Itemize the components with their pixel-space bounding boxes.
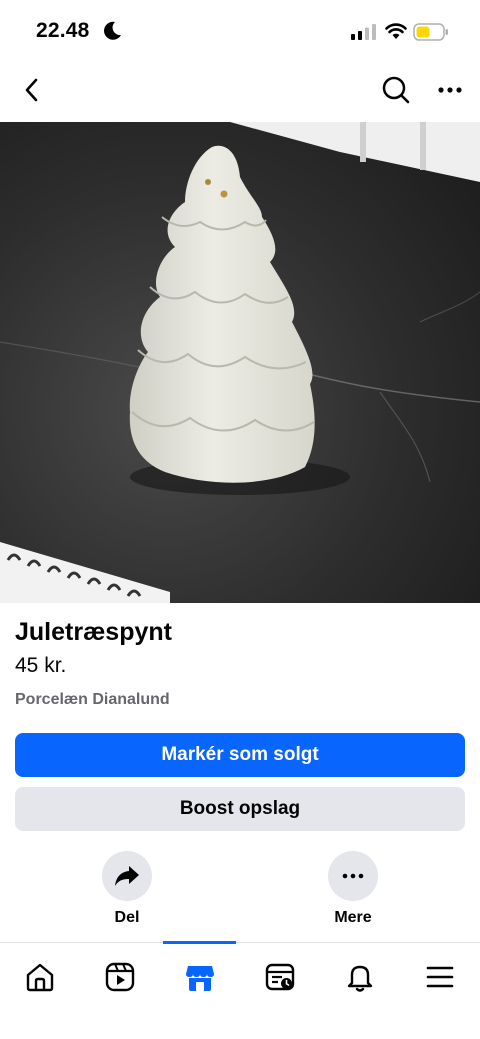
- top-nav-bar: [0, 62, 480, 122]
- christmas-tree-ornament-image: [0, 122, 480, 603]
- battery-icon: [413, 23, 448, 41]
- wifi-icon: [385, 23, 407, 39]
- search-icon: [382, 76, 410, 104]
- chevron-left-icon: [25, 78, 38, 102]
- more-options-button[interactable]: [432, 72, 468, 108]
- back-button[interactable]: [14, 72, 50, 108]
- more-horizontal-icon: [342, 873, 364, 879]
- status-bar: 22.48: [0, 0, 480, 62]
- share-action[interactable]: Del: [82, 851, 172, 927]
- moon-icon: [104, 21, 121, 40]
- feeds-icon: [265, 963, 295, 991]
- listing-photo[interactable]: [0, 122, 480, 603]
- tab-menu[interactable]: [416, 957, 464, 997]
- tab-marketplace[interactable]: [176, 957, 224, 997]
- tab-feeds[interactable]: [256, 957, 304, 997]
- more-label: Mere: [334, 909, 372, 926]
- hamburger-menu-icon: [426, 966, 454, 988]
- boost-listing-button[interactable]: Boost opslag: [15, 787, 465, 831]
- tab-home[interactable]: [16, 957, 64, 997]
- tab-video[interactable]: [96, 957, 144, 997]
- home-icon: [26, 963, 54, 992]
- share-arrow-icon: [115, 866, 139, 886]
- signal-icon: [351, 24, 376, 40]
- mark-as-sold-button[interactable]: Markér som solgt: [15, 733, 465, 777]
- tab-notifications[interactable]: [336, 957, 384, 997]
- search-button[interactable]: [378, 72, 414, 108]
- more-horizontal-icon: [438, 87, 462, 93]
- more-action[interactable]: Mere: [308, 851, 398, 927]
- listing-title: Juletræspynt: [15, 618, 172, 646]
- listing-price: 45 kr.: [15, 654, 67, 677]
- listing-location: Porcelæn Dianalund: [15, 691, 170, 708]
- active-tab-indicator: [163, 941, 236, 944]
- share-button[interactable]: [102, 851, 152, 901]
- video-icon: [105, 962, 135, 992]
- marketplace-icon: [186, 966, 214, 991]
- bell-icon: [347, 965, 373, 992]
- status-time: 22.48: [36, 19, 90, 42]
- bottom-tab-bar: [0, 941, 480, 1039]
- share-label: Del: [114, 909, 140, 926]
- more-button[interactable]: [328, 851, 378, 901]
